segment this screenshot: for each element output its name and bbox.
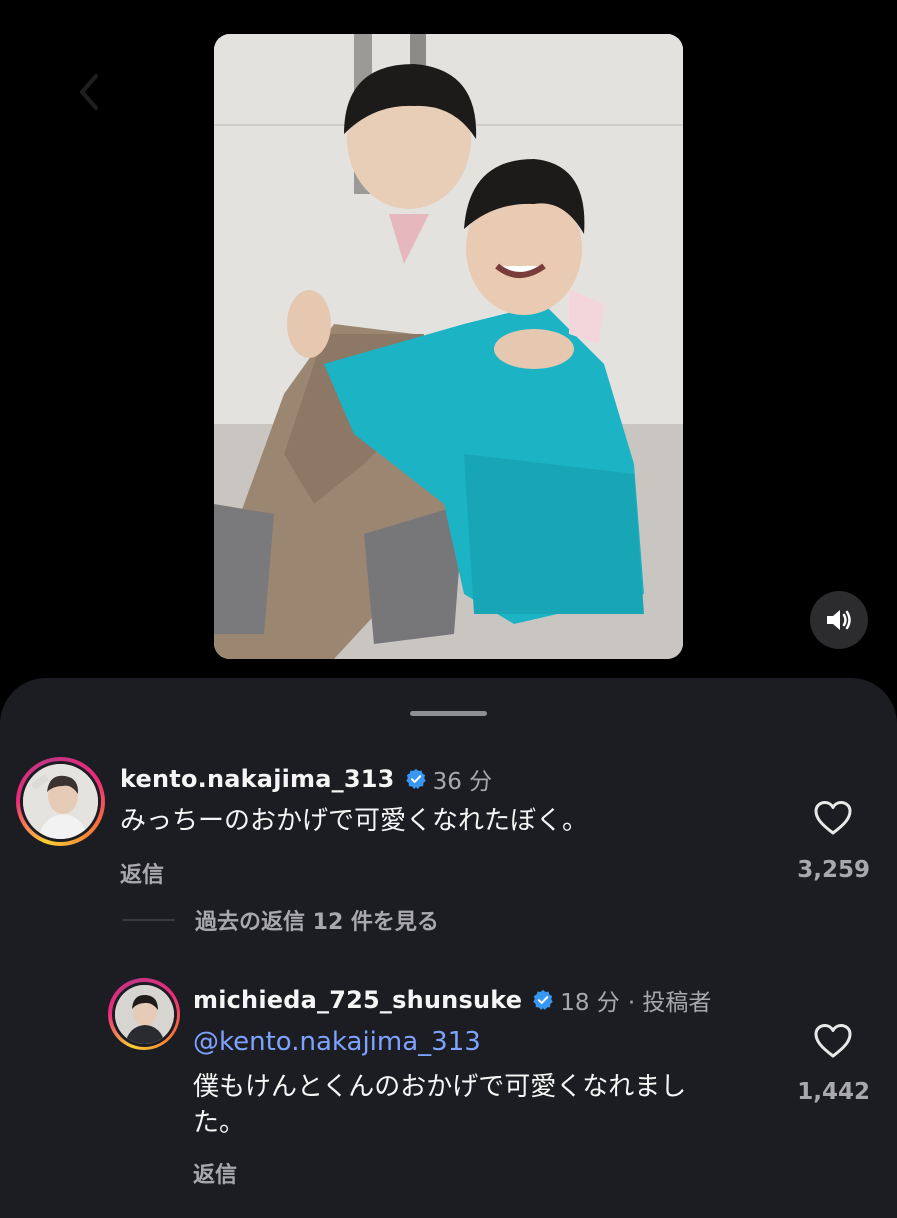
comment-time: 18 分 <box>560 990 620 1016</box>
heart-outline-icon[interactable] <box>813 1023 853 1059</box>
verified-badge-icon <box>533 989 553 1010</box>
mute-toggle-button[interactable] <box>810 591 868 649</box>
avatar[interactable] <box>108 978 180 1050</box>
chevron-left-icon[interactable] <box>74 72 104 112</box>
mention-link[interactable]: @kento.nakajima_313 <box>193 1027 481 1057</box>
reply-button[interactable]: 返信 <box>120 857 164 889</box>
comments-sheet: kento.nakajima_313 36 分 みっちーのおかげで可愛くなれたぼ… <box>0 678 897 1218</box>
like-count: 3,259 <box>797 857 870 883</box>
avatar-photo <box>23 764 98 839</box>
sheet-grabber[interactable] <box>410 711 487 716</box>
comment-header: michieda_725_shunsuke 18 分 · 投稿者 <box>193 983 711 1017</box>
media-viewer <box>0 0 897 678</box>
heart-outline-icon[interactable] <box>813 800 853 836</box>
comment-mention[interactable]: @kento.nakajima_313 <box>193 1021 481 1064</box>
speaker-icon <box>827 610 851 630</box>
verified-badge-icon <box>405 768 426 789</box>
comment-text-line-1: 僕もけんとくんのおかげで可愛くなれまし <box>193 1072 687 1102</box>
comment-text-line-2: た。 <box>193 1108 246 1138</box>
view-replies-button[interactable]: 過去の返信 12 件を見る <box>123 904 439 936</box>
post-photo[interactable] <box>214 34 683 659</box>
photo-illustration <box>214 34 683 659</box>
reply-button[interactable]: 返信 <box>193 1157 237 1189</box>
author-tag: · 投稿者 <box>627 990 712 1016</box>
replies-divider <box>123 919 175 921</box>
comment-username[interactable]: kento.nakajima_313 <box>120 765 395 793</box>
comment-time: 36 分 <box>432 769 493 795</box>
comment-header: kento.nakajima_313 36 分 <box>120 762 492 796</box>
like-count: 1,442 <box>797 1079 870 1105</box>
avatar[interactable] <box>16 757 105 846</box>
comment-text: みっちーのおかげで可愛くなれたぼく。 <box>120 806 589 836</box>
avatar-photo <box>114 984 174 1044</box>
view-replies-label: 過去の返信 12 件を見る <box>195 910 439 935</box>
comment-username[interactable]: michieda_725_shunsuke <box>193 986 522 1014</box>
